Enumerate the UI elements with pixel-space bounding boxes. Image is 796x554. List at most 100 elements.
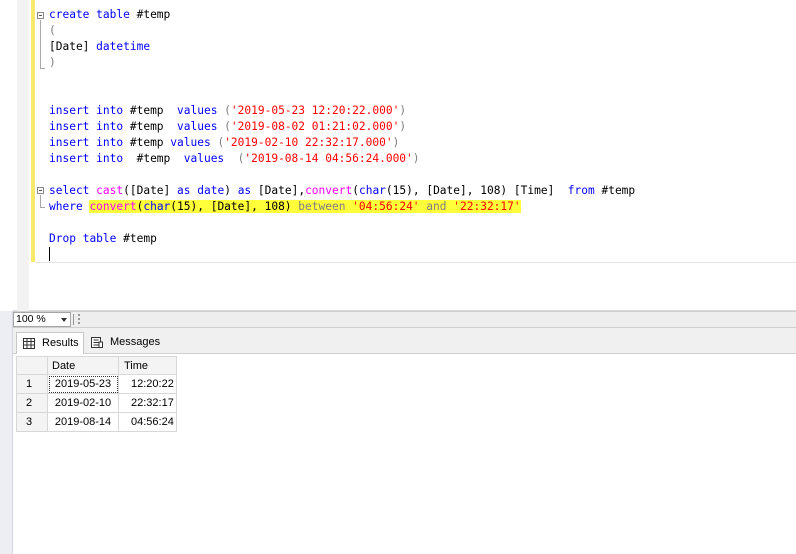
- code-line-insert-2[interactable]: insert into #temp values ('2019-08-02 01…: [49, 119, 406, 135]
- tab-results-label: Results: [42, 337, 79, 349]
- sql-text: (15), [Date], 108): [170, 200, 299, 213]
- tab-results[interactable]: Results: [16, 332, 84, 354]
- code-line-where[interactable]: where convert(char(15), [Date], 108) bet…: [49, 199, 521, 215]
- sql-text: #temp: [123, 152, 184, 165]
- column-header-date[interactable]: Date: [48, 356, 119, 375]
- tab-messages-label: Messages: [110, 336, 161, 348]
- divider: [73, 314, 74, 325]
- sql-keyword: values: [183, 152, 225, 165]
- sql-operator: (: [217, 120, 231, 133]
- sql-text: ([Date]: [123, 184, 178, 197]
- sql-keyword: Drop: [49, 232, 76, 245]
- sql-keyword: char: [358, 184, 386, 197]
- code-line-insert-4[interactable]: insert into #temp values ('2019-08-14 04…: [49, 151, 420, 167]
- splitter-grip-icon[interactable]: [76, 312, 84, 327]
- sql-keyword: insert: [49, 120, 90, 133]
- code-line-insert-1[interactable]: insert into #temp values ('2019-05-23 12…: [49, 103, 406, 119]
- sql-keyword: table: [96, 8, 130, 21]
- sql-string: '2019-02-10 22:32:17.000': [224, 136, 393, 149]
- code-line-drop[interactable]: Drop table #temp: [49, 231, 157, 247]
- code-line-select[interactable]: select cast([Date] as date) as [Date],co…: [49, 183, 635, 199]
- sql-keyword: create: [49, 8, 90, 21]
- sql-keyword: insert: [49, 152, 90, 165]
- sql-keyword: into: [96, 136, 124, 149]
- sql-string: '22:32:17': [453, 200, 521, 213]
- sql-text: [Date],: [251, 184, 306, 197]
- sql-keyword: select: [49, 184, 90, 197]
- fold-guide-end: [40, 68, 45, 69]
- editor-margin: [17, 0, 29, 311]
- sql-text: #temp: [594, 184, 636, 197]
- fold-guide: [40, 195, 41, 207]
- sql-text: (15), [Date], 108) [Time]: [385, 184, 568, 197]
- sql-string: '04:56:24': [352, 200, 420, 213]
- grid-corner[interactable]: [16, 356, 48, 375]
- row-header[interactable]: 2: [16, 394, 48, 413]
- row-header[interactable]: 3: [16, 413, 48, 432]
- sql-keyword: values: [177, 120, 218, 133]
- table-cell-time[interactable]: 04:56:24: [119, 413, 177, 432]
- sql-keyword: from: [567, 184, 595, 197]
- sql-operator: ): [399, 120, 407, 133]
- sql-keyword: table: [82, 232, 117, 245]
- sql-keyword: into: [96, 104, 124, 117]
- sql-string: '2019-05-23 12:20:22.000': [230, 104, 400, 117]
- tab-messages[interactable]: Messages: [85, 332, 163, 354]
- code-line-create[interactable]: create table #temp: [49, 7, 170, 23]
- sql-function: convert: [89, 200, 137, 213]
- sql-text: [Date]: [49, 40, 90, 53]
- query-editor[interactable]: create table #temp ( [Date] datetime ) i…: [0, 0, 796, 311]
- sql-function: cast: [96, 184, 124, 197]
- code-line-close-paren[interactable]: ): [49, 55, 56, 71]
- code-line-column-def[interactable]: [Date] datetime: [49, 39, 150, 55]
- sql-text: #temp: [123, 104, 178, 117]
- table-cell-time[interactable]: 22:32:17: [119, 394, 177, 413]
- sql-keyword: into: [96, 152, 124, 165]
- sql-text: #temp: [116, 232, 157, 245]
- collapse-toggle-icon[interactable]: [37, 187, 44, 194]
- sql-string: '2019-08-02 01:21:02.000': [230, 120, 400, 133]
- sql-operator: ): [399, 104, 407, 117]
- sql-operator: (: [224, 152, 245, 165]
- sql-keyword: values: [177, 104, 218, 117]
- sql-keyword: where: [49, 200, 83, 213]
- editor-end-line: [35, 262, 796, 263]
- chevron-down-icon[interactable]: [61, 318, 67, 322]
- sql-keyword: as: [177, 184, 191, 197]
- table-cell-date[interactable]: 2019-05-23: [48, 375, 119, 394]
- code-line-open-paren[interactable]: (: [49, 23, 56, 39]
- messages-icon: [91, 337, 103, 348]
- change-tracking-bar: [31, 0, 35, 262]
- text-caret: [49, 247, 50, 261]
- fold-guide: [40, 20, 41, 68]
- sql-keyword: insert: [49, 104, 90, 117]
- row-header[interactable]: 1: [16, 375, 48, 394]
- sql-keyword: into: [96, 120, 124, 133]
- sql-text: ): [224, 184, 238, 197]
- table-cell-date[interactable]: 2019-02-10: [48, 394, 119, 413]
- table-cell-date[interactable]: 2019-08-14: [48, 413, 119, 432]
- sql-keyword: values: [170, 136, 211, 149]
- sql-keyword: date: [197, 184, 225, 197]
- sql-operator: (: [210, 136, 225, 149]
- collapse-toggle-icon[interactable]: [37, 12, 44, 19]
- sql-operator: and: [426, 200, 447, 213]
- sql-text: #temp: [123, 136, 171, 149]
- sql-keyword: insert: [49, 136, 90, 149]
- sql-keyword: char: [143, 200, 171, 213]
- sql-operator: between: [298, 200, 346, 213]
- results-pane: Results Messages Date Time 1 2019-05-23 …: [13, 328, 796, 554]
- sql-text: #temp: [129, 8, 171, 21]
- zoom-dropdown[interactable]: 100 %: [13, 312, 71, 327]
- column-header-time[interactable]: Time: [119, 356, 177, 375]
- fold-guide-end: [40, 207, 45, 208]
- table-cell-time[interactable]: 12:20:22: [119, 375, 177, 394]
- code-line-insert-3[interactable]: insert into #temp values ('2019-02-10 22…: [49, 135, 399, 151]
- zoom-bar: 100 %: [13, 311, 796, 328]
- sql-operator: ): [392, 136, 400, 149]
- zoom-value: 100 %: [16, 313, 46, 325]
- sql-operator: ): [412, 152, 420, 165]
- sql-string: '2019-08-14 04:56:24.000': [244, 152, 413, 165]
- sql-function: convert: [305, 184, 353, 197]
- grid-icon: [23, 338, 35, 349]
